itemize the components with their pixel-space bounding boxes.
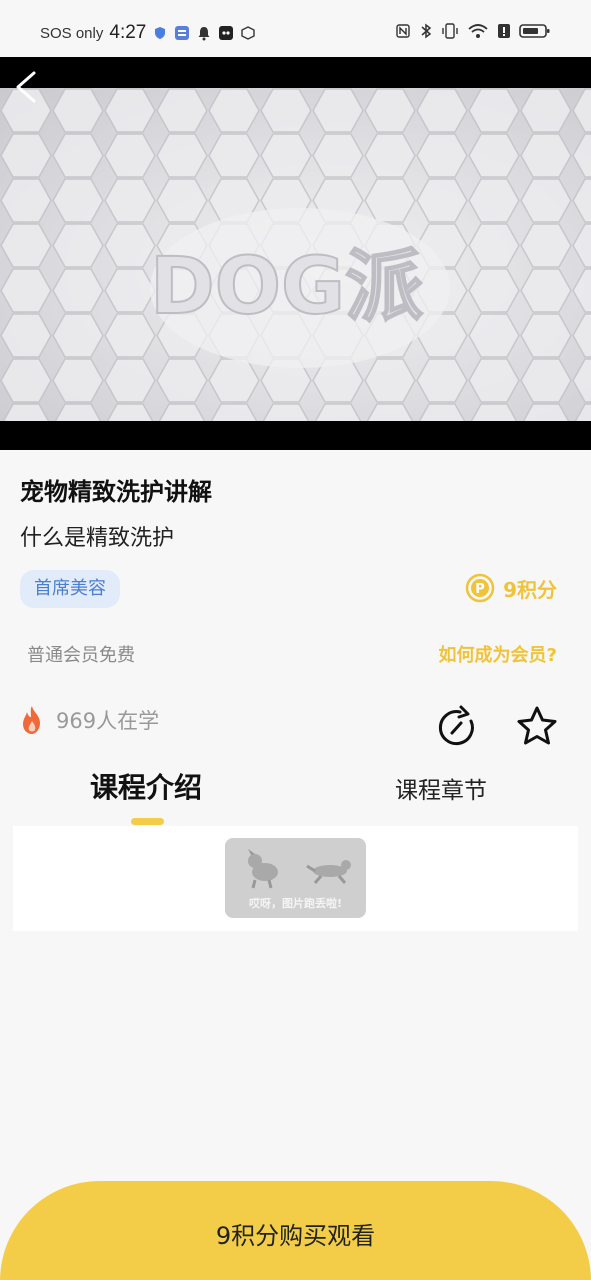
star-icon[interactable] [514, 704, 560, 750]
status-left: SOS only 4:27 [40, 22, 256, 44]
price-text: 9积分 [503, 577, 557, 602]
buy-button-label: 9积分购买观看 [215, 1222, 376, 1250]
status-bar: SOS only 4:27 [0, 0, 591, 57]
status-right [395, 22, 551, 40]
image-error-text: 哎呀，图片跑丢啦! [248, 897, 343, 910]
bluetooth-icon [421, 23, 432, 39]
vibrate-icon [442, 23, 458, 39]
fire-icon [23, 706, 40, 734]
learners-count: 969人在学 [18, 704, 159, 736]
box-icon [241, 26, 256, 40]
share-icon[interactable] [434, 704, 480, 750]
course-subtitle: 什么是精致洗护 [20, 526, 175, 551]
battery-icon [519, 24, 550, 38]
bell-icon [198, 27, 210, 41]
image-error-placeholder: 哎呀，图片跑丢啦! [225, 838, 366, 918]
nfc-icon [396, 24, 410, 38]
buy-button[interactable]: 9积分购买观看 [0, 1181, 591, 1280]
alert-icon [498, 24, 510, 38]
tab-course-intro[interactable]: 课程介绍 [90, 766, 202, 806]
course-intro-content: 哎呀，图片跑丢啦! [13, 826, 578, 931]
clock: 4:27 [109, 22, 147, 43]
carrier-text: SOS only [40, 24, 104, 42]
hexagon-pattern: DOG派 [0, 88, 591, 421]
member-free-note: 普通会员免费 [27, 645, 135, 666]
tab-course-chapters[interactable]: 课程章节 [395, 771, 487, 805]
tab-active-indicator [131, 818, 164, 825]
app-icon [175, 26, 190, 40]
course-title: 宠物精致洗护讲解 [20, 478, 212, 506]
coin-icon: P [465, 573, 495, 603]
shield-icon [155, 27, 166, 39]
back-icon[interactable] [8, 67, 44, 107]
how-to-become-member-link[interactable]: 如何成为会员? [439, 641, 557, 667]
wifi-icon [468, 24, 488, 38]
video-thumbnail: DOG派 [0, 88, 591, 421]
course-price: P 9积分 [465, 573, 557, 603]
app-icon [219, 26, 234, 40]
video-player[interactable]: DOG派 [0, 57, 591, 450]
svg-text:P: P [475, 582, 485, 597]
course-tag: 首席美容 [20, 570, 120, 608]
learners-text: 969人在学 [56, 709, 160, 733]
video-logo-text: DOG派 [150, 242, 423, 332]
